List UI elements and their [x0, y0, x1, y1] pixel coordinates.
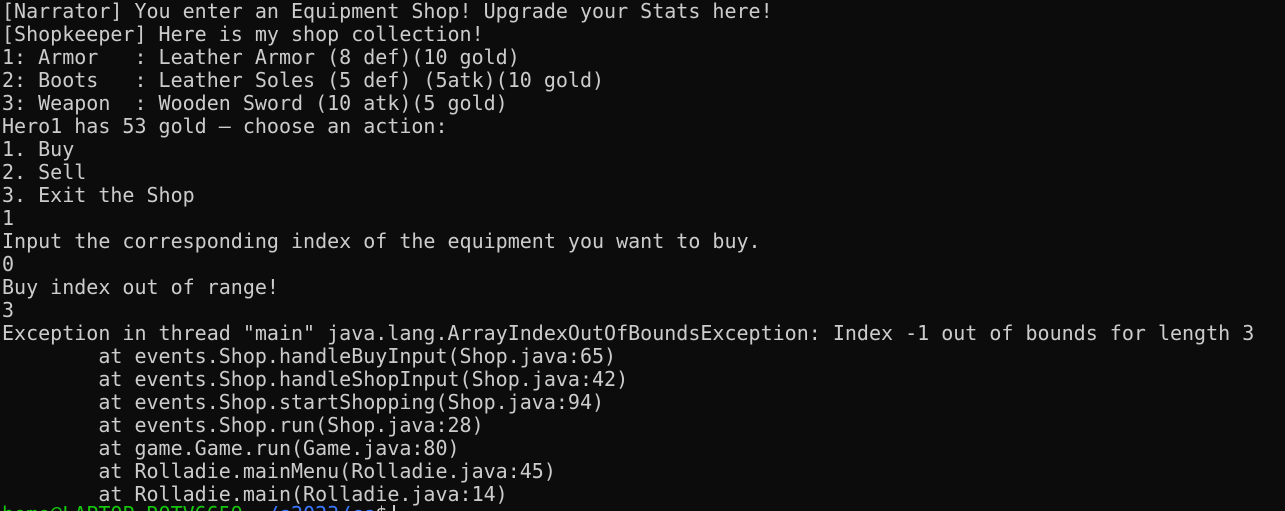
prompt-separator	[243, 502, 255, 511]
buy-prompt-line: Input the corresponding index of the equ…	[2, 229, 761, 253]
menu-option-exit: 3. Exit the Shop	[2, 183, 195, 207]
stack-trace-line: at events.Shop.handleBuyInput(Shop.java:…	[2, 344, 617, 368]
shop-item-boots: 2: Boots : Leather Soles (5 def) (5atk)(…	[2, 68, 605, 92]
stack-trace-line: at events.Shop.startShopping(Shop.java:9…	[2, 390, 605, 414]
prompt-dollar: $	[375, 502, 387, 511]
menu-option-buy: 1. Buy	[2, 137, 75, 161]
user-input-line: 0	[2, 252, 15, 276]
terminal-window[interactable]: [Narrator] You enter an Equipment Shop! …	[0, 0, 1285, 511]
menu-option-sell: 2. Sell	[2, 160, 87, 184]
prompt-path: ~/s2023/cs	[255, 502, 375, 511]
narrator-line: [Narrator] You enter an Equipment Shop! …	[2, 0, 773, 23]
stack-trace-line: at Rolladie.mainMenu(Rolladie.java:45)	[2, 459, 556, 483]
stack-trace-line: at game.Game.run(Game.java:80)	[2, 436, 460, 460]
prompt-user-host: home@LAPTOP-ROTV6659	[2, 502, 243, 511]
stack-trace-line: at events.Shop.handleShopInput(Shop.java…	[2, 367, 629, 391]
shop-item-weapon: 3: Weapon : Wooden Sword (10 atk)(5 gold…	[2, 91, 508, 115]
text-cursor	[393, 505, 396, 511]
user-input-line: 1	[2, 206, 15, 230]
shell-prompt[interactable]: home@LAPTOP-ROTV6659 ~/s2023/cs$	[2, 503, 1285, 511]
user-input-line: 3	[2, 298, 15, 322]
gold-status-line: Hero1 has 53 gold — choose an action:	[2, 114, 448, 138]
stack-trace-line: at events.Shop.run(Shop.java:28)	[2, 413, 484, 437]
exception-header-line: Exception in thread "main" java.lang.Arr…	[2, 321, 1255, 345]
shopkeeper-line: [Shopkeeper] Here is my shop collection!	[2, 22, 484, 46]
error-message-line: Buy index out of range!	[2, 275, 279, 299]
shop-item-armor: 1: Armor : Leather Armor (8 def)(10 gold…	[2, 45, 520, 69]
